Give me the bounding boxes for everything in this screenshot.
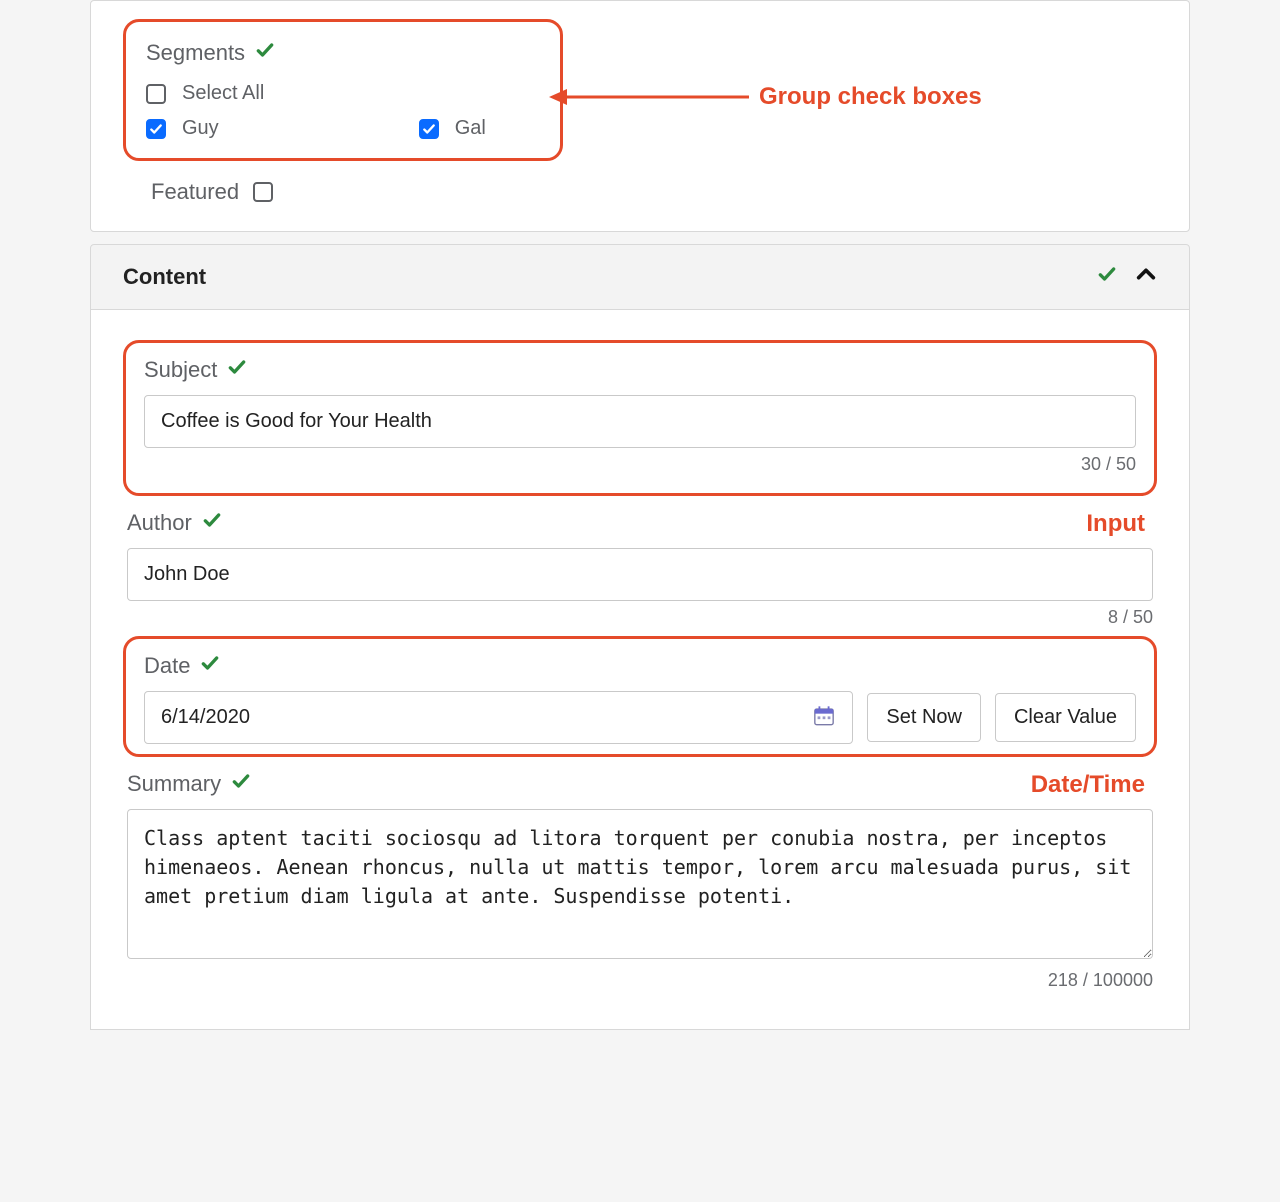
summary-label-row: Summary xyxy=(127,771,251,797)
segments-group: Segments Select All xyxy=(123,19,563,161)
date-input[interactable] xyxy=(144,691,853,744)
subject-callout: Subject 30 / 50 xyxy=(123,340,1157,496)
annotation-group-checkboxes-text: Group check boxes xyxy=(759,83,982,111)
set-now-button[interactable]: Set Now xyxy=(867,693,981,742)
segment-gal-label: Gal xyxy=(455,117,486,140)
featured-label: Featured xyxy=(151,179,239,205)
featured-checkbox[interactable] xyxy=(253,182,273,202)
subject-label-row: Subject xyxy=(144,357,1136,383)
content-section-header[interactable]: Content xyxy=(90,244,1190,310)
chevron-up-icon[interactable] xyxy=(1135,263,1157,291)
select-all-label: Select All xyxy=(182,82,264,105)
date-callout: Date xyxy=(123,636,1157,757)
check-icon xyxy=(227,357,247,383)
clear-value-button[interactable]: Clear Value xyxy=(995,693,1136,742)
segment-gal-checkbox[interactable] xyxy=(419,119,439,139)
check-icon xyxy=(255,40,275,66)
calendar-icon[interactable] xyxy=(813,704,835,731)
select-all-checkbox-row[interactable]: Select All xyxy=(146,82,540,105)
summary-textarea[interactable] xyxy=(127,809,1153,959)
author-counter: 8 / 50 xyxy=(127,607,1153,628)
summary-label: Summary xyxy=(127,771,221,797)
segment-guy-label: Guy xyxy=(182,117,219,140)
subject-label: Subject xyxy=(144,357,217,383)
segments-title: Segments xyxy=(146,40,540,66)
date-label: Date xyxy=(144,653,190,679)
annotation-input: Input xyxy=(1086,510,1145,538)
check-icon xyxy=(202,510,222,536)
segments-label: Segments xyxy=(146,40,245,66)
annotation-group-checkboxes: Group check boxes xyxy=(549,83,982,111)
select-all-checkbox[interactable] xyxy=(146,84,166,104)
date-label-row: Date xyxy=(144,653,1136,679)
summary-counter: 218 / 100000 xyxy=(127,970,1153,991)
segment-guy-row[interactable]: Guy xyxy=(146,117,219,140)
author-label-row: Author xyxy=(127,510,222,536)
content-section-title: Content xyxy=(123,264,206,290)
featured-row[interactable]: Featured xyxy=(123,179,1157,205)
author-label: Author xyxy=(127,510,192,536)
subject-input[interactable] xyxy=(144,395,1136,448)
segment-gal-row[interactable]: Gal xyxy=(419,117,486,140)
check-icon xyxy=(1097,264,1117,290)
author-input[interactable] xyxy=(127,548,1153,601)
subject-counter: 30 / 50 xyxy=(144,454,1136,475)
check-icon xyxy=(231,771,251,797)
segment-guy-checkbox[interactable] xyxy=(146,119,166,139)
annotation-date-time: Date/Time xyxy=(1031,771,1145,799)
check-icon xyxy=(200,653,220,679)
